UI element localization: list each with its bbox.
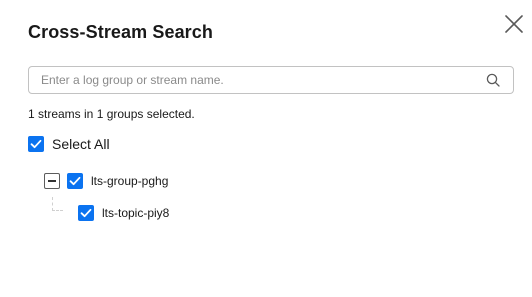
group-label: lts-group-pghg bbox=[91, 174, 169, 188]
check-icon bbox=[80, 208, 92, 218]
select-all-label: Select All bbox=[52, 136, 110, 152]
stream-label: lts-topic-piy8 bbox=[102, 206, 170, 220]
close-button[interactable] bbox=[503, 13, 525, 35]
close-icon bbox=[505, 15, 523, 33]
dialog-title: Cross-Stream Search bbox=[28, 22, 213, 42]
group-checkbox[interactable] bbox=[67, 173, 83, 189]
selection-summary: 1 streams in 1 groups selected. bbox=[28, 107, 195, 121]
search-icon[interactable] bbox=[486, 73, 500, 87]
search-input[interactable] bbox=[41, 67, 481, 93]
select-all-checkbox-row[interactable]: Select All bbox=[28, 135, 110, 153]
tree-node-stream[interactable]: lts-topic-piy8 bbox=[78, 205, 169, 221]
tree-node-group[interactable]: lts-group-pghg bbox=[67, 173, 168, 189]
search-box bbox=[28, 66, 514, 94]
tree-connector-line bbox=[52, 197, 63, 211]
select-all-checkbox[interactable] bbox=[28, 136, 44, 152]
check-icon bbox=[69, 176, 81, 186]
stream-checkbox[interactable] bbox=[78, 205, 94, 221]
check-icon bbox=[30, 139, 42, 149]
cross-stream-search-dialog: Cross-Stream Search 1 streams in 1 group… bbox=[0, 0, 532, 297]
collapse-toggle-button[interactable] bbox=[44, 173, 60, 189]
collapse-icon bbox=[48, 180, 56, 182]
